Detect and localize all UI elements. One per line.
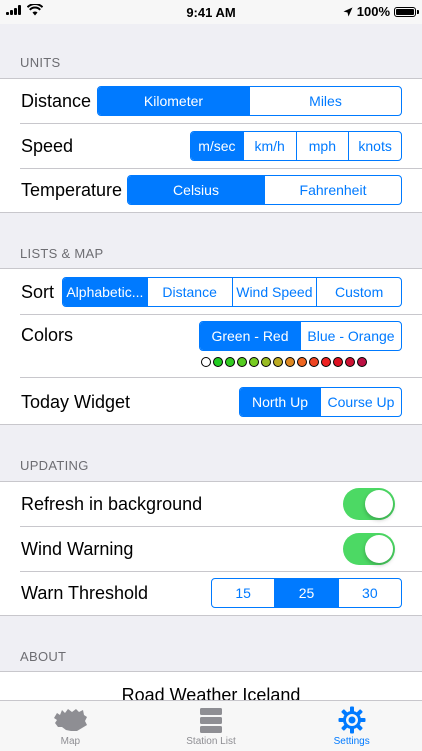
sort-option-distance[interactable]: Distance [146,278,232,306]
wind-warning-toggle[interactable] [343,533,395,565]
temperature-label: Temperature [21,180,123,200]
sort-option-wind-speed[interactable]: Wind Speed [231,278,317,306]
today-widget-label: Today Widget [21,392,131,412]
tab-label: Station List [186,736,236,747]
color-scale-dot [309,357,319,367]
tab-station-list[interactable]: Station List [141,701,282,751]
speed-option-msec[interactable]: m/sec [191,132,243,160]
tab-settings[interactable]: Settings [281,701,422,751]
color-scale-dot [357,357,367,367]
speed-option-mph[interactable]: mph [295,132,349,160]
color-scale-dot [321,357,331,367]
speed-row: Speed m/sec km/h mph knots [0,124,422,168]
color-scale-dot [213,357,223,367]
location-arrow-icon [343,7,353,16]
wind-warning-label: Wind Warning [21,539,134,559]
warn-threshold-option-15[interactable]: 15 [212,579,274,607]
iceland-map-icon [54,709,88,731]
list-icon [200,708,222,733]
colors-segmented-control[interactable]: Green - Red Blue - Orange [199,321,402,351]
units-group: Distance Kilometer Miles Speed m/sec km/… [0,78,422,213]
warn-threshold-row: Warn Threshold 15 25 30 [0,572,422,615]
colors-option-blue-orange[interactable]: Blue - Orange [300,322,401,350]
warn-threshold-segmented-control[interactable]: 15 25 30 [211,578,402,608]
section-header-units: UNITS [20,55,61,70]
status-right: 100% [343,4,419,19]
distance-segmented-control[interactable]: Kilometer Miles [97,86,402,116]
warn-threshold-label: Warn Threshold [21,583,149,603]
today-widget-option-north-up[interactable]: North Up [240,388,320,416]
temperature-segmented-control[interactable]: Celsius Fahrenheit [127,175,402,205]
color-scale-dot [261,357,271,367]
distance-option-kilometer[interactable]: Kilometer [98,87,249,115]
today-widget-segmented-control[interactable]: North Up Course Up [239,387,402,417]
colors-label: Colors [21,325,74,345]
status-bar: 9:41 AM 100% [0,0,422,24]
distance-row: Distance Kilometer Miles [0,79,422,123]
speed-segmented-control[interactable]: m/sec km/h mph knots [190,131,402,161]
gear-icon [338,706,366,734]
toggle-knob [365,490,393,518]
color-scale-dot [273,357,283,367]
temperature-option-fahrenheit[interactable]: Fahrenheit [264,176,401,204]
speed-label: Speed [21,136,74,156]
toggle-knob [365,535,393,563]
distance-label: Distance [21,91,92,111]
sort-segmented-control[interactable]: Alphabetic... Distance Wind Speed Custom [62,277,402,307]
battery-icon [394,6,419,17]
battery-percent: 100% [356,4,390,19]
today-widget-row: Today Widget North Up Course Up [0,378,422,424]
wind-warning-row: Wind Warning [0,527,422,571]
updating-group: Refresh in background Wind Warning Warn … [0,481,422,616]
section-header-about: ABOUT [20,649,67,664]
refresh-toggle[interactable] [343,488,395,520]
colors-row: Colors Green - Red Blue - Orange [0,315,422,377]
color-scale-dot [333,357,343,367]
today-widget-option-course-up[interactable]: Course Up [320,388,401,416]
color-scale-dot [345,357,355,367]
color-scale-dot [237,357,247,367]
sort-label: Sort [21,282,55,302]
refresh-label: Refresh in background [21,494,203,514]
color-scale-dot [249,357,259,367]
sort-option-custom[interactable]: Custom [316,278,401,306]
speed-option-knots[interactable]: knots [348,132,401,160]
color-scale-dot [201,357,211,367]
lists-map-group: Sort Alphabetic... Distance Wind Speed C… [0,268,422,425]
temperature-row: Temperature Celsius Fahrenheit [0,169,422,212]
speed-option-kmh[interactable]: km/h [242,132,296,160]
warn-threshold-option-30[interactable]: 30 [337,579,401,607]
color-scale-preview [201,357,367,367]
tab-map[interactable]: Map [0,701,141,751]
tab-label: Map [60,736,81,747]
distance-option-miles[interactable]: Miles [249,87,401,115]
temperature-option-celsius[interactable]: Celsius [128,176,264,204]
section-header-updating: UPDATING [20,458,89,473]
refresh-row: Refresh in background [0,482,422,526]
section-header-lists-map: LISTS & MAP [20,246,104,261]
color-scale-dot [225,357,235,367]
color-scale-dot [285,357,295,367]
tab-label: Settings [333,736,370,747]
tab-bar: Map Station List Settings [0,700,422,751]
color-scale-dot [297,357,307,367]
warn-threshold-option-25[interactable]: 25 [274,579,338,607]
sort-row: Sort Alphabetic... Distance Wind Speed C… [0,269,422,314]
colors-option-green-red[interactable]: Green - Red [200,322,300,350]
sort-option-alphabetic[interactable]: Alphabetic... [63,278,147,306]
